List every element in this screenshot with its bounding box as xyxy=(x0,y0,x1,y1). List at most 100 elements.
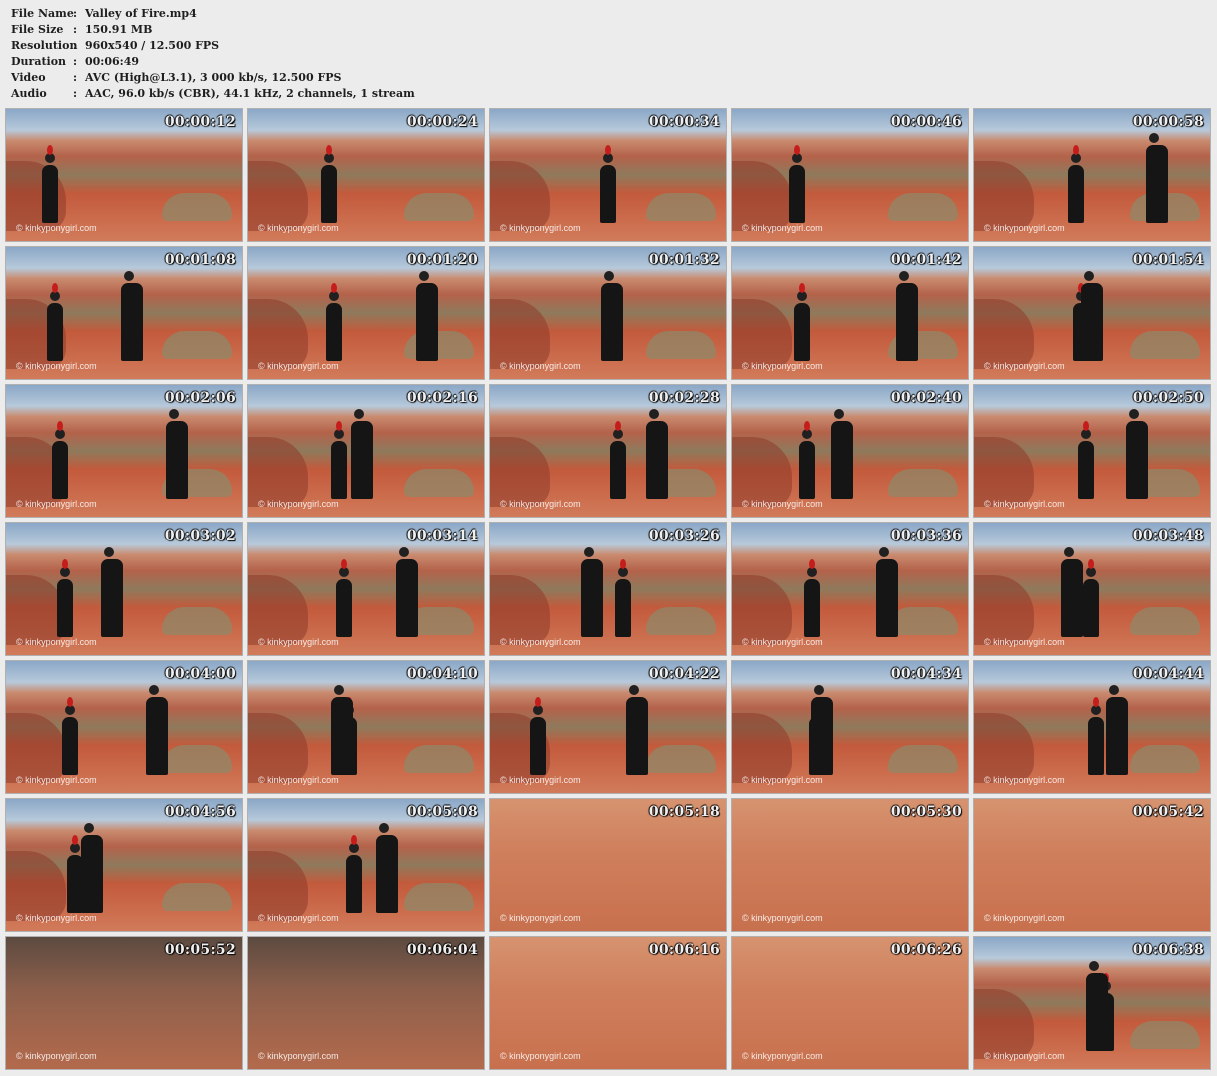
thumbnail[interactable]: 00:02:28 © kinkyponygirl.com xyxy=(490,385,726,517)
watermark: © kinkyponygirl.com xyxy=(258,499,339,509)
thumbnail-timestamp: 00:03:48 xyxy=(1132,528,1204,544)
thumbnail-timestamp: 00:01:54 xyxy=(1132,252,1204,268)
thumbnail[interactable]: 00:03:36 © kinkyponygirl.com xyxy=(732,523,968,655)
thumbnail-timestamp: 00:00:34 xyxy=(648,114,720,130)
thumbnail[interactable]: 00:00:58 © kinkyponygirl.com xyxy=(974,109,1210,241)
figure xyxy=(346,835,362,913)
thumbnail-timestamp: 00:06:26 xyxy=(890,942,962,958)
thumbnail[interactable]: 00:05:42 © kinkyponygirl.com xyxy=(974,799,1210,931)
thumbnail[interactable]: 00:01:32 © kinkyponygirl.com xyxy=(490,247,726,379)
thumbnail[interactable]: 00:06:04 © kinkyponygirl.com xyxy=(248,937,484,1069)
info-value: AAC, 96.0 kb/s (CBR), 44.1 kHz, 2 channe… xyxy=(85,87,415,100)
figure xyxy=(52,421,68,499)
thumbnail[interactable]: 00:01:20 © kinkyponygirl.com xyxy=(248,247,484,379)
figure xyxy=(321,145,337,223)
desert-brush xyxy=(888,469,958,497)
thumbnail[interactable]: 00:02:06 © kinkyponygirl.com xyxy=(6,385,242,517)
figure xyxy=(799,421,815,499)
thumbnail[interactable]: 00:03:26 © kinkyponygirl.com xyxy=(490,523,726,655)
thumbnail[interactable]: 00:05:52 © kinkyponygirl.com xyxy=(6,937,242,1069)
thumbnail[interactable]: 00:01:08 © kinkyponygirl.com xyxy=(6,247,242,379)
rock-wall xyxy=(248,161,308,231)
figure xyxy=(610,421,626,499)
thumbnail[interactable]: 00:04:22 © kinkyponygirl.com xyxy=(490,661,726,793)
figure xyxy=(121,271,143,361)
thumbnail[interactable]: 00:04:56 © kinkyponygirl.com xyxy=(6,799,242,931)
figure xyxy=(1083,559,1099,637)
figure xyxy=(42,145,58,223)
figure xyxy=(811,685,833,775)
info-colon: : xyxy=(73,71,78,84)
watermark: © kinkyponygirl.com xyxy=(500,361,581,371)
thumbnail[interactable]: 00:01:54 © kinkyponygirl.com xyxy=(974,247,1210,379)
rock-wall xyxy=(732,161,792,231)
thumbnail-timestamp: 00:02:50 xyxy=(1132,390,1204,406)
watermark: © kinkyponygirl.com xyxy=(258,1051,339,1061)
thumbnail[interactable]: 00:03:14 © kinkyponygirl.com xyxy=(248,523,484,655)
thumbnail[interactable]: 00:02:50 © kinkyponygirl.com xyxy=(974,385,1210,517)
figure xyxy=(331,421,347,499)
rock-wall xyxy=(490,575,550,645)
thumbnail[interactable]: 00:03:02 © kinkyponygirl.com xyxy=(6,523,242,655)
thumbnail-timestamp: 00:05:52 xyxy=(164,942,236,958)
thumbnail[interactable]: 00:03:48 © kinkyponygirl.com xyxy=(974,523,1210,655)
thumbnail[interactable]: 00:00:12 © kinkyponygirl.com xyxy=(6,109,242,241)
thumbnail-timestamp: 00:01:32 xyxy=(648,252,720,268)
thumbnail[interactable]: 00:06:16 © kinkyponygirl.com xyxy=(490,937,726,1069)
thumbnail[interactable]: 00:04:00 © kinkyponygirl.com xyxy=(6,661,242,793)
rock-wall xyxy=(490,161,550,231)
watermark: © kinkyponygirl.com xyxy=(742,361,823,371)
thumbnail-timestamp: 00:00:24 xyxy=(406,114,478,130)
watermark: © kinkyponygirl.com xyxy=(500,637,581,647)
thumbnail[interactable]: 00:00:24 © kinkyponygirl.com xyxy=(248,109,484,241)
thumbnail[interactable]: 00:06:26 © kinkyponygirl.com xyxy=(732,937,968,1069)
thumbnail-timestamp: 00:03:26 xyxy=(648,528,720,544)
thumbnail-timestamp: 00:01:42 xyxy=(890,252,962,268)
info-value: 150.91 MB xyxy=(85,23,153,36)
watermark: © kinkyponygirl.com xyxy=(16,637,97,647)
thumbnail[interactable]: 00:05:18 © kinkyponygirl.com xyxy=(490,799,726,931)
thumbnail[interactable]: 00:00:34 © kinkyponygirl.com xyxy=(490,109,726,241)
figure xyxy=(376,823,398,913)
thumbnail-timestamp: 00:02:40 xyxy=(890,390,962,406)
info-colon: : xyxy=(73,55,78,68)
rock-wall xyxy=(6,713,66,783)
figure xyxy=(581,547,603,637)
thumbnail-timestamp: 00:00:58 xyxy=(1132,114,1204,130)
thumbnail[interactable]: 00:01:42 © kinkyponygirl.com xyxy=(732,247,968,379)
info-value: Valley of Fire.mp4 xyxy=(85,7,197,20)
thumbnail[interactable]: 00:06:38 © kinkyponygirl.com xyxy=(974,937,1210,1069)
thumbnail-timestamp: 00:02:06 xyxy=(164,390,236,406)
thumbnail[interactable]: 00:02:40 © kinkyponygirl.com xyxy=(732,385,968,517)
figure xyxy=(166,409,188,499)
desert-brush xyxy=(1130,745,1200,773)
thumbnail[interactable]: 00:00:46 © kinkyponygirl.com xyxy=(732,109,968,241)
watermark: © kinkyponygirl.com xyxy=(742,499,823,509)
desert-brush xyxy=(1130,331,1200,359)
thumbnail[interactable]: 00:04:34 © kinkyponygirl.com xyxy=(732,661,968,793)
info-label: File Size xyxy=(11,23,64,36)
rock-wall xyxy=(974,161,1034,231)
watermark: © kinkyponygirl.com xyxy=(500,499,581,509)
rock-wall xyxy=(248,575,308,645)
thumbnail-timestamp: 00:05:18 xyxy=(648,804,720,820)
thumbnail-timestamp: 00:04:10 xyxy=(406,666,478,682)
rock-wall xyxy=(6,851,66,921)
watermark: © kinkyponygirl.com xyxy=(258,913,339,923)
figure xyxy=(1061,547,1083,637)
info-label: File Name xyxy=(11,7,74,20)
thumbnail[interactable]: 00:02:16 © kinkyponygirl.com xyxy=(248,385,484,517)
watermark: © kinkyponygirl.com xyxy=(984,913,1065,923)
thumbnail[interactable]: 00:05:30 © kinkyponygirl.com xyxy=(732,799,968,931)
thumbnail[interactable]: 00:05:08 © kinkyponygirl.com xyxy=(248,799,484,931)
thumbnail[interactable]: 00:04:10 © kinkyponygirl.com xyxy=(248,661,484,793)
rock-wall xyxy=(974,299,1034,369)
thumbnail[interactable]: 00:04:44 © kinkyponygirl.com xyxy=(974,661,1210,793)
watermark: © kinkyponygirl.com xyxy=(984,637,1065,647)
figure xyxy=(1086,961,1108,1051)
figure xyxy=(794,283,810,361)
watermark: © kinkyponygirl.com xyxy=(742,775,823,785)
desert-brush xyxy=(404,469,474,497)
info-row: Duration:00:06:49 xyxy=(11,54,415,70)
rock-wall xyxy=(248,713,308,783)
